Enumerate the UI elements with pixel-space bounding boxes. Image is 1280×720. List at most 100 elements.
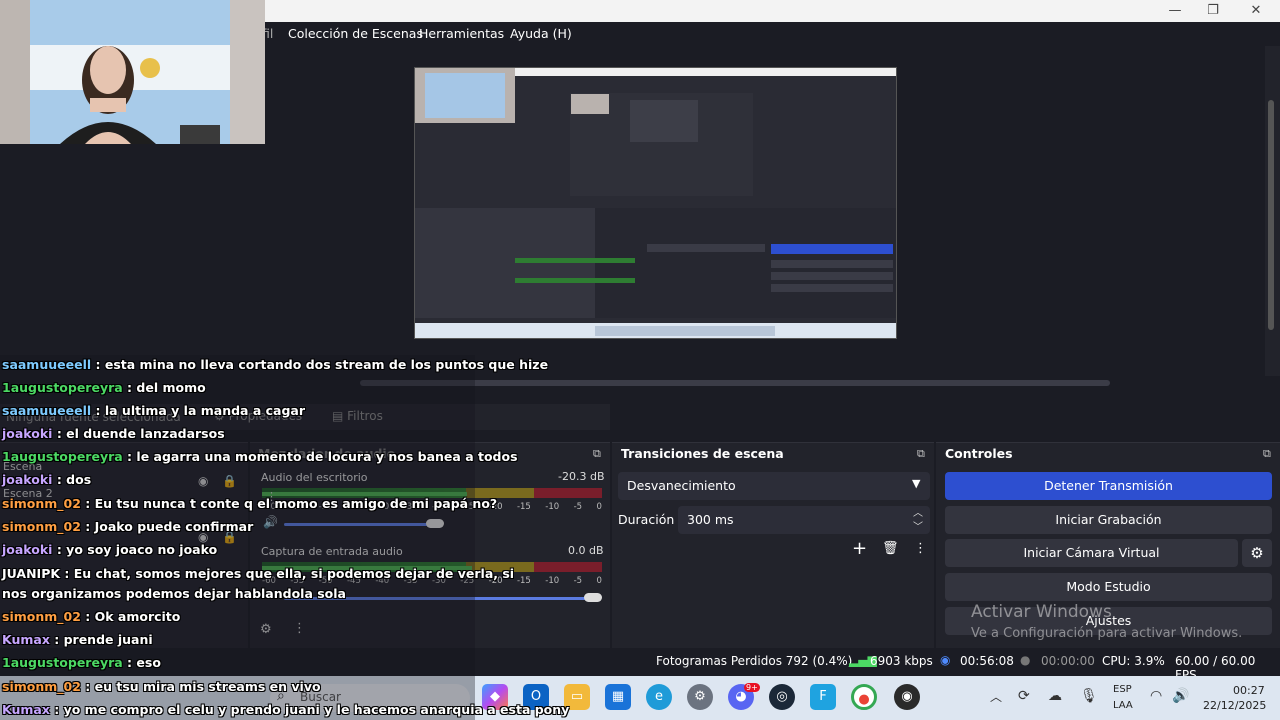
transition-menu-icon[interactable]: ⋮	[914, 541, 927, 556]
start-virtual-camera-button[interactable]: Iniciar Cámara Virtual	[945, 539, 1238, 567]
chat-text: : Eu chat, somos mejores que ella, si po…	[60, 566, 515, 581]
chat-username: joakoki	[2, 542, 53, 557]
chevron-down-icon[interactable]: ﹀	[913, 518, 923, 533]
chat-text: : Joako puede confirmar	[80, 519, 254, 534]
add-transition-icon[interactable]: +	[852, 538, 867, 559]
chat-message: simonm_02 : eu tsu mira mis streams en v…	[2, 679, 321, 694]
chat-text: : esta mina no lleva cortando dos stream…	[91, 357, 549, 372]
live-time: 00:56:08	[960, 654, 1014, 668]
chat-username: 1augustopereyra	[2, 655, 123, 670]
notification-badge: 9+	[744, 683, 760, 692]
chat-message: Kumax : prende juani	[2, 632, 153, 647]
chat-username: saamuueeell	[2, 357, 92, 372]
chat-message: JUANIPK : Eu chat, somos mejores que ell…	[2, 566, 514, 581]
close-button[interactable]: ✕	[1241, 2, 1271, 20]
chat-username: joakoki	[2, 426, 53, 441]
transitions-title: Transiciones de escena	[621, 446, 784, 461]
volume-icon[interactable]: 🔊	[1172, 688, 1189, 704]
chat-text: : el duende lanzadarsos	[52, 426, 225, 441]
record-time: 00:00:00	[1041, 654, 1095, 668]
app-f-icon[interactable]: F	[810, 684, 836, 710]
duration-label: Duración	[618, 512, 675, 527]
chat-message: simonm_02 : Eu tsu nunca t conte q el mo…	[2, 496, 497, 511]
track-db: -20.3 dB	[558, 470, 605, 483]
start-recording-button[interactable]: Iniciar Grabación	[945, 506, 1272, 534]
chat-message: joakoki : el duende lanzadarsos	[2, 426, 225, 441]
preview-recursion-image	[415, 68, 896, 338]
volume-slider-handle[interactable]	[584, 593, 602, 602]
trash-icon[interactable]: 🗑	[882, 541, 899, 556]
chat-text: : la ultima y la manda a cagar	[91, 403, 306, 418]
chat-message: joakoki : yo soy joaco no joako	[2, 542, 217, 557]
dock-popout-icon[interactable]: ⧉	[917, 447, 925, 461]
chat-text: : prende juani	[49, 632, 153, 647]
store-icon[interactable]: ▦	[605, 684, 631, 710]
minimize-button[interactable]: —	[1160, 2, 1190, 20]
chat-text: : del momo	[122, 380, 206, 395]
chat-username: simonm_02	[2, 609, 81, 624]
transition-select[interactable]: Desvanecimiento	[618, 472, 930, 500]
chat-message: saamuueeell : esta mina no lleva cortand…	[2, 357, 548, 372]
menu-tools[interactable]: Herramientas	[419, 26, 504, 41]
duration-input[interactable]: 300 ms	[678, 506, 930, 534]
chat-username: 1augustopereyra	[2, 380, 123, 395]
chat-message: saamuueeell : la ultima y la manda a cag…	[2, 403, 305, 418]
chevron-up-icon[interactable]: ︿	[913, 504, 923, 519]
chat-message: joakoki : dos	[2, 472, 91, 487]
chat-username: saamuueeell	[2, 403, 92, 418]
chat-username: simonm_02	[2, 679, 81, 694]
menu-help[interactable]: Ayuda (H)	[510, 26, 572, 41]
stop-streaming-button[interactable]: Detener Transmisión	[945, 472, 1272, 500]
chat-text: nos organizamos podemos dejar hablandola…	[2, 586, 346, 601]
chat-text: : le agarra una momento de locura y nos …	[122, 449, 518, 464]
chevron-down-icon[interactable]: ▼	[912, 477, 920, 490]
cloud-icon[interactable]: ☁	[1048, 688, 1062, 704]
chat-message: 1augustopereyra : eso	[2, 655, 161, 670]
chat-text: : yo me compro el celu y prendo juani y …	[49, 702, 570, 717]
edge-icon[interactable]: e	[646, 684, 672, 710]
activation-watermark-text: Ve a Configuración para activar Windows.	[971, 626, 1243, 641]
dock-popout-icon[interactable]: ⧉	[593, 447, 601, 461]
chat-text: : Ok amorcito	[80, 609, 181, 624]
vertical-scrollbar-thumb[interactable]	[1268, 100, 1274, 330]
cpu-usage: CPU: 3.9%	[1102, 654, 1165, 668]
gear-icon: ⚙	[1250, 544, 1264, 562]
chat-text: : eu tsu mira mis streams en vivo	[80, 679, 321, 694]
chat-message: 1augustopereyra : del momo	[2, 380, 206, 395]
obs-icon[interactable]: ◉	[894, 684, 920, 710]
language-top[interactable]: ESP	[1113, 684, 1132, 695]
chat-message: simonm_02 : Ok amorcito	[2, 609, 180, 624]
webcam-overlay	[0, 0, 265, 144]
chat-username: 1augustopereyra	[2, 449, 123, 464]
track-db: 0.0 dB	[568, 544, 604, 557]
chevron-up-icon[interactable]: ︿	[990, 688, 1002, 705]
chat-message: Kumax : yo me compro el celu y prendo ju…	[2, 702, 569, 717]
steam-icon[interactable]: ◎	[769, 684, 795, 710]
settings-app-icon[interactable]: ⚙	[687, 684, 713, 710]
chat-text: : eso	[122, 655, 161, 670]
language-bottom[interactable]: LAA	[1113, 700, 1133, 711]
chat-username: simonm_02	[2, 496, 81, 511]
studio-mode-button[interactable]: Modo Estudio	[945, 573, 1272, 601]
wifi-icon[interactable]: ◠	[1150, 688, 1162, 704]
chat-username: joakoki	[2, 472, 53, 487]
chat-username: Kumax	[2, 632, 50, 647]
activation-watermark-title: Activar Windows	[971, 602, 1112, 622]
chat-message: nos organizamos podemos dejar hablandola…	[2, 586, 346, 601]
menu-scene-collection[interactable]: Colección de Escenas	[288, 26, 423, 41]
clock-time[interactable]: 00:27	[1233, 684, 1265, 697]
chat-username: simonm_02	[2, 519, 81, 534]
chat-text: : dos	[52, 472, 92, 487]
chat-text: : yo soy joaco no joako	[52, 542, 218, 557]
controls-title: Controles	[945, 446, 1013, 461]
chat-message: 1augustopereyra : le agarra una momento …	[2, 449, 518, 464]
stream-preview[interactable]	[414, 67, 897, 339]
chrome-icon[interactable]: ●	[851, 684, 877, 710]
maximize-button[interactable]: ❐	[1198, 2, 1228, 20]
clock-date[interactable]: 22/12/2025	[1203, 699, 1266, 712]
virtual-camera-settings-button[interactable]: ⚙	[1242, 539, 1272, 567]
dock-popout-icon[interactable]: ⧉	[1263, 447, 1271, 461]
record-icon: ●	[1020, 653, 1031, 667]
sync-icon[interactable]: ⟳	[1018, 688, 1030, 704]
microphone-icon[interactable]: 🎙	[1080, 688, 1098, 704]
